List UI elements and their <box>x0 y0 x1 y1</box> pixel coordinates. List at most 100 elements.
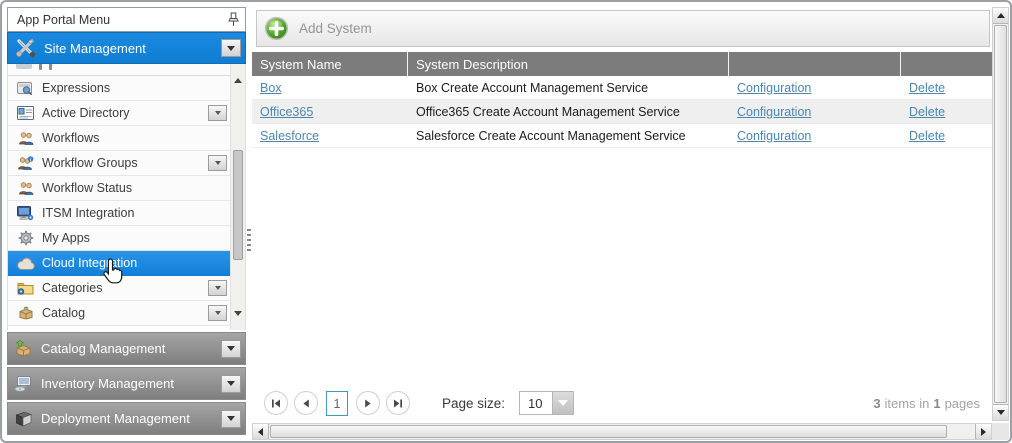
itsm-integration-icon <box>16 206 35 221</box>
sidebar-item-expressions[interactable]: Expressions <box>8 76 230 101</box>
sidebar-scroll-up-icon[interactable] <box>234 78 242 83</box>
pagination-summary: 3 items in 1 pages <box>873 396 980 411</box>
section-label: Inventory Management <box>41 376 174 391</box>
sidebar-item-cloud-integration[interactable]: Cloud Integration <box>8 251 230 276</box>
horizontal-scroll-thumb[interactable] <box>270 425 947 438</box>
workflow-status-icon <box>16 181 35 195</box>
page-size-dropdown-icon[interactable] <box>553 391 574 415</box>
first-page-button[interactable] <box>264 391 288 415</box>
delete-link[interactable]: Delete <box>909 129 945 143</box>
add-system-button[interactable]: Add System <box>264 16 372 41</box>
horizontal-scrollbar[interactable] <box>252 423 992 440</box>
table-cell: Office365 <box>252 100 408 123</box>
sidebar-item-catalog[interactable]: Catalog <box>8 301 230 326</box>
configuration-link[interactable]: Configuration <box>737 129 811 143</box>
scroll-down-icon[interactable] <box>993 404 1008 420</box>
scroll-left-icon[interactable] <box>253 424 269 439</box>
active-directory-icon <box>16 106 35 120</box>
deployment-management-icon <box>14 411 33 427</box>
sidebar-item-my-apps[interactable]: My Apps <box>8 226 230 251</box>
sidebar-item-label: Catalog <box>42 306 85 320</box>
sidebar-item-label: ITSM Integration <box>42 206 134 220</box>
item-dropdown-button[interactable] <box>208 155 227 171</box>
delete-link[interactable]: Delete <box>909 105 945 119</box>
next-page-button[interactable] <box>356 391 380 415</box>
table-cell: Configuration <box>729 124 901 147</box>
scroll-up-icon[interactable] <box>993 8 1008 24</box>
sidebar-item-itsm-integration[interactable]: ITSM Integration <box>8 201 230 226</box>
app-portal-window: App Portal Menu Site Management Expressi… <box>0 0 1012 443</box>
configuration-link[interactable]: Configuration <box>737 105 811 119</box>
page-size-select[interactable]: 10 <box>519 391 574 415</box>
page-size-value: 10 <box>519 391 553 415</box>
scrollbar-corner <box>992 423 1009 440</box>
last-page-button[interactable] <box>386 391 410 415</box>
table-cell: Delete <box>901 100 992 123</box>
sidebar-scroll-thumb[interactable] <box>233 150 243 260</box>
sidebar-title: App Portal Menu <box>17 13 228 27</box>
my-apps-icon <box>16 230 35 246</box>
sidebar-item-label: Categories <box>42 281 102 295</box>
sidebar-item-label: My Apps <box>42 231 90 245</box>
sidebar-scroll-down-icon[interactable] <box>234 311 242 316</box>
sidebar-item-label: Active Directory <box>42 106 130 120</box>
sidebar-scrollbar[interactable] <box>230 64 245 330</box>
sidebar-item-workflows[interactable]: Workflows <box>8 126 230 151</box>
sidebar-bottom-sections: Catalog Management Inventory Management De… <box>7 332 246 435</box>
workflows-icon <box>16 131 35 145</box>
delete-link[interactable]: Delete <box>909 81 945 95</box>
section-dropdown-button[interactable] <box>221 39 241 57</box>
column-header-configuration[interactable] <box>729 52 901 76</box>
tools-icon <box>14 38 36 58</box>
item-dropdown-button[interactable] <box>208 105 227 121</box>
current-page-button[interactable]: 1 <box>326 391 348 416</box>
sidebar-item-workflow-status[interactable]: Workflow Status <box>8 176 230 201</box>
table-cell: Configuration <box>729 100 901 123</box>
system-name-link[interactable]: Salesforce <box>260 129 319 143</box>
pagination-bar: 1 Page size: 10 3 items in 1 pages <box>252 385 992 421</box>
sidebar-item-clipped <box>8 64 230 76</box>
column-header-system-name[interactable]: System Name <box>252 52 408 76</box>
section-label: Site Management <box>44 41 146 56</box>
sidebar-section-inventory-management[interactable]: Inventory Management <box>7 367 246 400</box>
sidebar-item-workflow-groups[interactable]: iWorkflow Groups <box>8 151 230 176</box>
previous-page-button[interactable] <box>294 391 318 415</box>
system-description: Salesforce Create Account Management Ser… <box>416 129 686 143</box>
catalog-management-icon <box>14 340 33 357</box>
configuration-link[interactable]: Configuration <box>737 81 811 95</box>
cloud-integration-icon <box>16 257 35 270</box>
workflow-groups-icon: i <box>16 156 35 170</box>
column-header-delete[interactable] <box>901 52 992 76</box>
item-dropdown-button[interactable] <box>221 410 241 428</box>
sidebar-item-label: Cloud Integration <box>42 256 137 270</box>
table-cell: Delete <box>901 76 992 99</box>
table-row: Salesforce Salesforce Create Account Mana… <box>252 124 992 148</box>
pages-count: 1 <box>933 396 940 411</box>
pin-icon[interactable] <box>228 12 239 27</box>
sidebar-item-label: Workflow Status <box>42 181 132 195</box>
add-plus-icon <box>264 16 289 41</box>
vertical-scroll-thumb[interactable] <box>994 25 1007 403</box>
catalog-icon <box>16 306 35 320</box>
item-dropdown-button[interactable] <box>221 375 241 393</box>
scroll-right-icon[interactable] <box>975 424 991 439</box>
inventory-management-icon <box>14 376 33 392</box>
item-dropdown-button[interactable] <box>221 340 241 358</box>
section-label: Deployment Management <box>41 411 190 426</box>
system-name-link[interactable]: Box <box>260 81 282 95</box>
sidebar-item-active-directory[interactable]: Active Directory <box>8 101 230 126</box>
sidebar-section-catalog-management[interactable]: Catalog Management <box>7 332 246 365</box>
item-dropdown-button[interactable] <box>208 280 227 296</box>
section-label: Catalog Management <box>41 341 165 356</box>
splitter-grip-icon <box>247 229 251 251</box>
sidebar-section-site-management[interactable]: Site Management <box>7 32 246 64</box>
sidebar-section-deployment-management[interactable]: Deployment Management <box>7 402 246 435</box>
column-header-system-description[interactable]: System Description <box>408 52 729 76</box>
item-dropdown-button[interactable] <box>208 305 227 321</box>
table-cell: Configuration <box>729 76 901 99</box>
system-name-link[interactable]: Office365 <box>260 105 313 119</box>
sidebar-item-categories[interactable]: Categories <box>8 276 230 301</box>
vertical-scrollbar[interactable] <box>992 7 1009 421</box>
table-cell: Box <box>252 76 408 99</box>
system-description: Box Create Account Management Service <box>416 81 648 95</box>
